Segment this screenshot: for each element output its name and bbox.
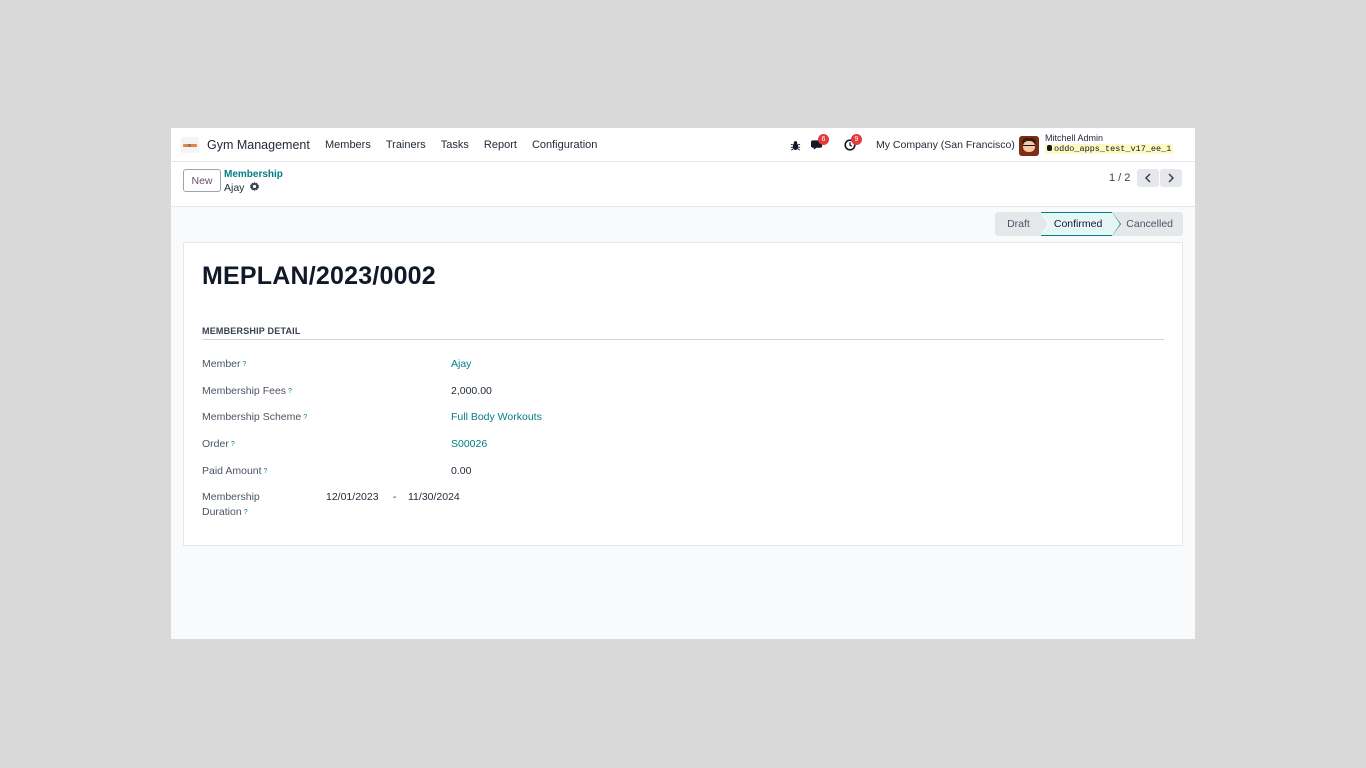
- stage-confirmed[interactable]: Confirmed: [1039, 212, 1122, 236]
- section-title: MEMBERSHIP DETAIL: [202, 326, 301, 336]
- app-menu-icon[interactable]: [181, 137, 199, 153]
- section-divider: [202, 339, 1164, 340]
- duration-start-date[interactable]: 12/01/2023: [326, 491, 379, 503]
- membership-fees-value[interactable]: 2,000.00: [451, 385, 492, 397]
- app-window: Gym Management Members Trainers Tasks Re…: [171, 128, 1195, 639]
- help-icon[interactable]: ?: [303, 414, 307, 421]
- help-icon[interactable]: ?: [244, 509, 248, 516]
- duration-end-date[interactable]: 11/30/2024: [408, 491, 460, 503]
- database-label: oddo_apps_test_v17_ee_1: [1054, 144, 1172, 154]
- membership-scheme-label: Membership Scheme?: [202, 411, 308, 423]
- membership-fees-label: Membership Fees?: [202, 385, 292, 397]
- database-name: oddo_apps_test_v17_ee_1: [1045, 144, 1174, 154]
- stage-draft[interactable]: Draft: [995, 211, 1049, 237]
- member-value[interactable]: Ajay: [451, 358, 471, 370]
- chevron-left-icon: [1144, 173, 1151, 183]
- pager-previous-button[interactable]: [1137, 169, 1159, 187]
- activities-clock-icon[interactable]: 9: [843, 134, 862, 152]
- activities-badge: 9: [851, 134, 862, 145]
- top-navbar: Gym Management Members Trainers Tasks Re…: [171, 128, 1195, 162]
- menu-trainers[interactable]: Trainers: [386, 139, 426, 151]
- help-icon[interactable]: ?: [264, 468, 268, 475]
- record-title: MEPLAN/2023/0002: [202, 262, 436, 290]
- paid-amount-label: Paid Amount?: [202, 465, 268, 477]
- database-icon: [1047, 145, 1052, 151]
- breadcrumb-current: Ajay: [224, 182, 245, 194]
- main-menu: Members Trainers Tasks Report Configurat…: [325, 139, 612, 151]
- help-icon[interactable]: ?: [243, 361, 247, 368]
- user-name[interactable]: Mitchell Admin: [1045, 133, 1103, 143]
- debug-bug-icon[interactable]: [788, 138, 802, 152]
- menu-report[interactable]: Report: [484, 139, 517, 151]
- stage-confirmed-label: Confirmed: [1053, 218, 1103, 230]
- pager-value: 1 / 2: [1109, 172, 1131, 184]
- pager-next-button[interactable]: [1160, 169, 1182, 187]
- new-button[interactable]: New: [183, 169, 221, 192]
- help-icon[interactable]: ?: [288, 388, 292, 395]
- gear-icon[interactable]: [249, 181, 260, 195]
- chevron-right-icon: [1168, 173, 1175, 183]
- membership-scheme-value[interactable]: Full Body Workouts: [451, 411, 542, 423]
- messages-badge: 6: [818, 134, 829, 145]
- menu-members[interactable]: Members: [325, 139, 371, 151]
- duration-separator: -: [393, 491, 397, 503]
- status-bar: Draft Confirmed Cancelled: [995, 211, 1183, 237]
- menu-tasks[interactable]: Tasks: [441, 139, 469, 151]
- stage-cancelled[interactable]: Cancelled: [1112, 212, 1183, 236]
- help-icon[interactable]: ?: [231, 441, 235, 448]
- user-avatar[interactable]: [1019, 136, 1039, 156]
- messages-icon[interactable]: 6: [810, 134, 829, 152]
- control-panel: New Membership Ajay 1 / 2: [171, 162, 1195, 207]
- form-sheet: MEPLAN/2023/0002 MEMBERSHIP DETAIL Membe…: [183, 242, 1183, 546]
- membership-duration-label: Membership Duration?: [202, 491, 260, 518]
- stage-cancelled-label: Cancelled: [1126, 218, 1173, 230]
- order-value[interactable]: S00026: [451, 438, 487, 450]
- member-label: Member?: [202, 358, 247, 370]
- app-name[interactable]: Gym Management: [207, 138, 310, 152]
- order-label: Order?: [202, 438, 235, 450]
- menu-configuration[interactable]: Configuration: [532, 139, 597, 151]
- breadcrumb-membership[interactable]: Membership: [224, 169, 283, 180]
- paid-amount-value[interactable]: 0.00: [451, 465, 471, 477]
- stage-draft-label: Draft: [1007, 218, 1030, 230]
- company-switcher[interactable]: My Company (San Francisco): [876, 139, 1015, 151]
